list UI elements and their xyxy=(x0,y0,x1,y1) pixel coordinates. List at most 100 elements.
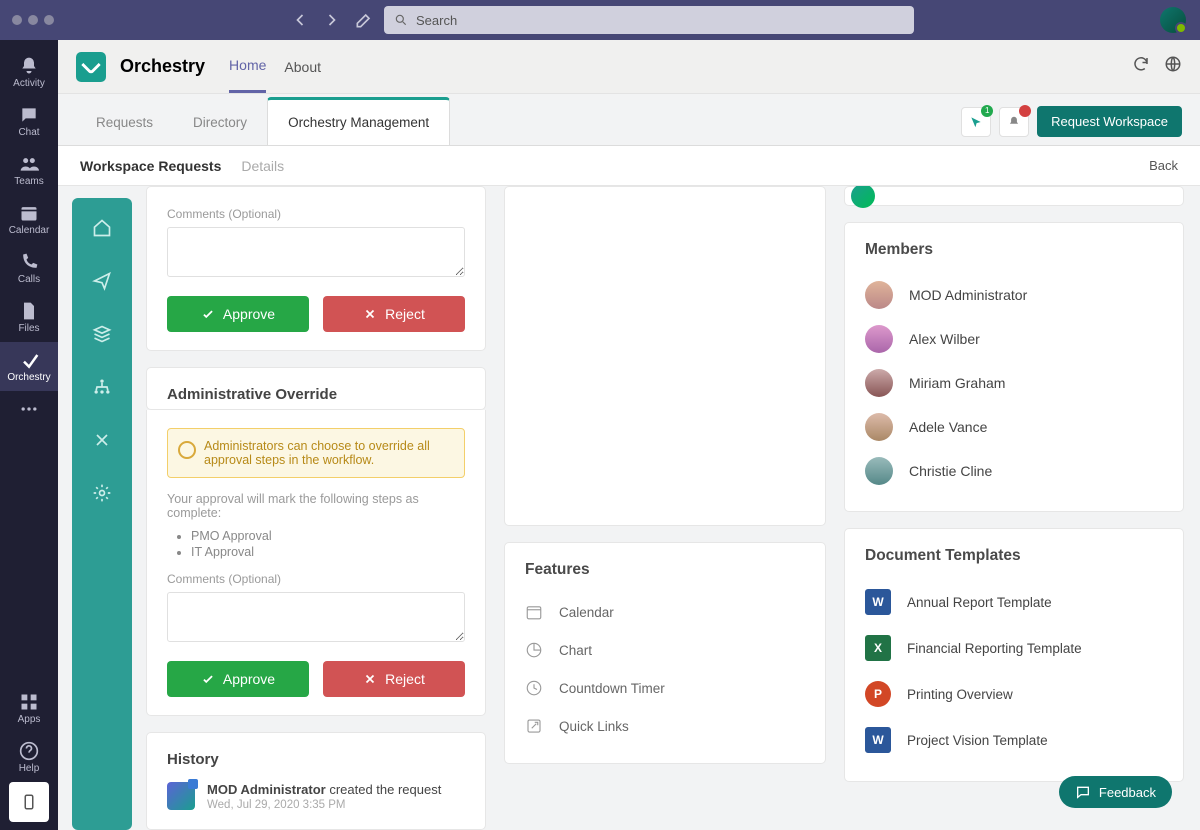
doc-item[interactable]: XFinancial Reporting Template xyxy=(865,625,1163,671)
excel-icon: X xyxy=(865,635,891,661)
override-comments-input[interactable] xyxy=(167,592,465,642)
side-gear-icon[interactable] xyxy=(92,483,112,508)
history-card: History MOD Administrator created the re… xyxy=(146,732,486,830)
override-notice: Administrators can choose to override al… xyxy=(167,428,465,478)
search-input[interactable]: Search xyxy=(384,6,914,34)
reject-button[interactable]: Reject xyxy=(323,296,465,332)
side-network-icon[interactable] xyxy=(92,377,112,402)
features-title: Features xyxy=(525,561,805,579)
approve-button[interactable]: Approve xyxy=(167,296,309,332)
window-controls[interactable] xyxy=(12,15,54,25)
step-item: IT Approval xyxy=(191,544,465,560)
override-comments-label: Comments (Optional) xyxy=(167,572,465,586)
breadcrumb: Workspace Requests Details Back xyxy=(58,146,1200,186)
avatar xyxy=(865,281,893,309)
avatar xyxy=(865,369,893,397)
close-icon xyxy=(363,672,377,686)
tab-about[interactable]: About xyxy=(284,40,321,93)
subtab-management[interactable]: Orchestry Management xyxy=(267,97,450,145)
approval-comments-input[interactable] xyxy=(167,227,465,277)
subtab-requests[interactable]: Requests xyxy=(76,100,173,145)
check-icon xyxy=(201,672,215,686)
subtab-directory[interactable]: Directory xyxy=(173,100,267,145)
members-title: Members xyxy=(865,241,1163,259)
rail-files[interactable]: Files xyxy=(0,293,58,342)
chat-icon xyxy=(1075,784,1091,800)
avatar xyxy=(865,413,893,441)
rail-teams[interactable]: Teams xyxy=(0,146,58,195)
feature-item: Chart xyxy=(525,631,805,669)
close-icon xyxy=(363,307,377,321)
member-item: MOD Administrator xyxy=(865,273,1163,317)
word-icon: W xyxy=(865,589,891,615)
sub-header: Requests Directory Orchestry Management … xyxy=(58,94,1200,146)
rail-device-icon[interactable] xyxy=(9,782,49,822)
search-icon xyxy=(394,13,408,27)
cursor-icon xyxy=(969,115,983,129)
crumb-sub: Details xyxy=(241,158,284,174)
user-avatar[interactable] xyxy=(1160,7,1186,33)
doc-item[interactable]: PPrinting Overview xyxy=(865,671,1163,717)
avatar xyxy=(865,325,893,353)
rail-activity[interactable]: Activity xyxy=(0,48,58,97)
nav-back-icon[interactable] xyxy=(290,10,310,30)
app-header: Orchestry Home About xyxy=(58,40,1200,94)
rail-chat[interactable]: Chat xyxy=(0,97,58,146)
notify-dot xyxy=(1019,105,1031,117)
empty-panel xyxy=(504,186,826,526)
powerpoint-icon: P xyxy=(865,681,891,707)
doc-item[interactable]: WProject Vision Template xyxy=(865,717,1163,763)
nav-forward-icon[interactable] xyxy=(322,10,342,30)
feedback-button[interactable]: Feedback xyxy=(1059,776,1172,808)
documents-card: Document Templates WAnnual Report Templa… xyxy=(844,528,1184,782)
rail-help[interactable]: Help xyxy=(0,733,58,782)
override-steps: PMO Approval IT Approval xyxy=(167,528,465,560)
calendar-icon xyxy=(525,603,543,621)
override-title-card: Administrative Override xyxy=(146,367,486,410)
member-item: Christie Cline xyxy=(865,449,1163,493)
rail-calendar[interactable]: Calendar xyxy=(0,195,58,244)
orchestry-sidebar xyxy=(72,198,132,830)
badge-count: 1 xyxy=(981,105,993,117)
override-approve-button[interactable]: Approve xyxy=(167,661,309,697)
comments-label: Comments (Optional) xyxy=(167,207,465,221)
link-icon xyxy=(525,717,543,735)
side-home-icon[interactable] xyxy=(92,218,112,243)
side-send-icon[interactable] xyxy=(92,271,112,296)
rail-more[interactable] xyxy=(0,391,58,427)
tab-home[interactable]: Home xyxy=(229,40,266,93)
app-name: Orchestry xyxy=(120,56,205,77)
features-card: Features Calendar Chart Countdown Timer … xyxy=(504,542,826,764)
override-reject-button[interactable]: Reject xyxy=(323,661,465,697)
globe-icon[interactable] xyxy=(1164,55,1182,78)
compose-icon[interactable] xyxy=(354,10,374,30)
override-help: Your approval will mark the following st… xyxy=(167,492,465,520)
override-title: Administrative Override xyxy=(167,386,465,403)
rail-calls[interactable]: Calls xyxy=(0,244,58,293)
history-item: MOD Administrator created the request We… xyxy=(167,782,465,811)
refresh-icon[interactable] xyxy=(1132,55,1150,78)
side-stack-icon[interactable] xyxy=(92,324,112,349)
history-text: MOD Administrator created the request xyxy=(207,782,441,797)
member-item: Adele Vance xyxy=(865,405,1163,449)
members-card: Members MOD Administrator Alex Wilber Mi… xyxy=(844,222,1184,512)
side-tools-icon[interactable] xyxy=(92,430,112,455)
cursor-button[interactable]: 1 xyxy=(961,107,991,137)
request-workspace-button[interactable]: Request Workspace xyxy=(1037,106,1182,137)
word-icon: W xyxy=(865,727,891,753)
back-link[interactable]: Back xyxy=(1149,158,1178,173)
bell-icon xyxy=(1007,115,1021,129)
app-rail: Activity Chat Teams Calendar Calls Files… xyxy=(0,40,58,830)
approval-card: Comments (Optional) Approve Reject xyxy=(146,186,486,351)
titlebar: Search xyxy=(0,0,1200,40)
avatar xyxy=(865,457,893,485)
documents-title: Document Templates xyxy=(865,547,1163,565)
clock-icon xyxy=(525,679,543,697)
doc-item[interactable]: WAnnual Report Template xyxy=(865,579,1163,625)
bell-button[interactable] xyxy=(999,107,1029,137)
rail-apps[interactable]: Apps xyxy=(0,684,58,733)
search-placeholder: Search xyxy=(416,13,457,28)
chart-icon xyxy=(525,641,543,659)
rail-orchestry[interactable]: Orchestry xyxy=(0,342,58,391)
feature-item: Calendar xyxy=(525,593,805,631)
